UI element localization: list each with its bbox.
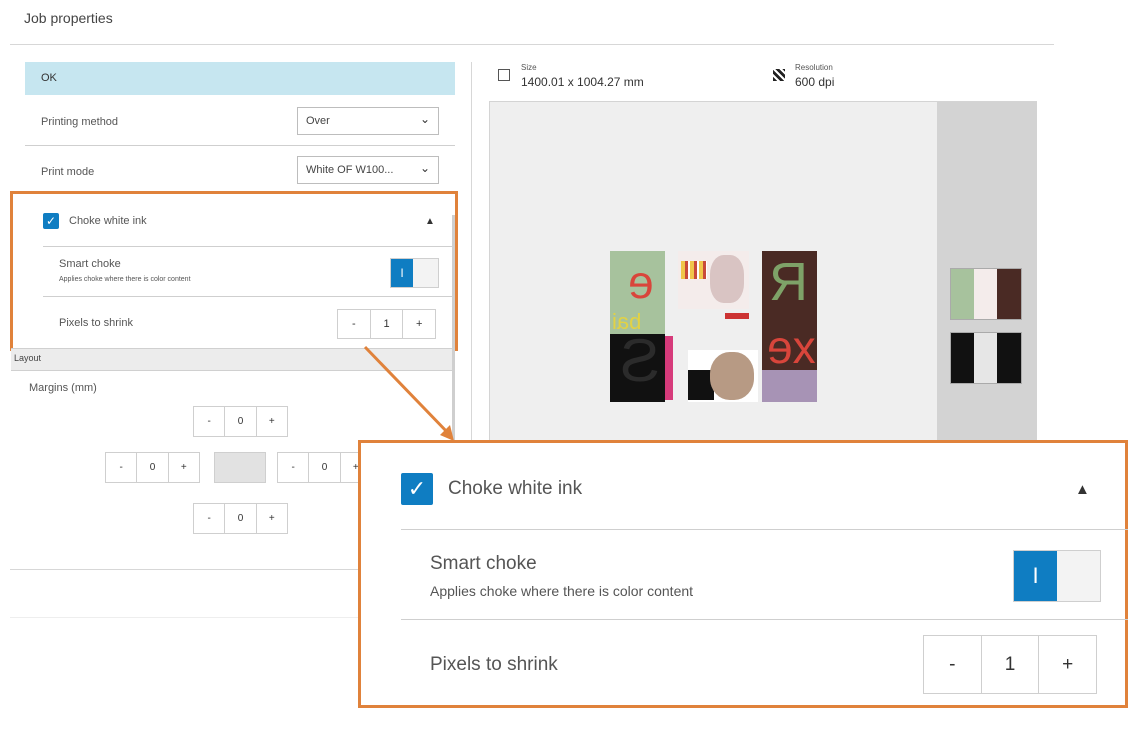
tile-letter: e — [628, 256, 654, 308]
divider — [401, 619, 1128, 620]
preview-tile: xe — [762, 334, 817, 402]
margin-top-stepper[interactable]: - 0 + — [193, 406, 288, 437]
margin-right-value[interactable]: 0 — [309, 453, 341, 482]
print-mode-value: White OF W100... — [306, 164, 394, 176]
divider — [25, 145, 455, 146]
print-mode-select[interactable]: White OF W100... ⌄ — [297, 156, 439, 184]
increment-button[interactable]: + — [169, 453, 199, 482]
margin-top-value[interactable]: 0 — [225, 407, 257, 436]
decrement-button[interactable]: - — [194, 504, 226, 533]
divider — [10, 617, 360, 618]
pixels-to-shrink-label: Pixels to shrink — [430, 654, 558, 675]
size-value: 1400.01 x 1004.27 mm — [521, 75, 644, 89]
decrement-button[interactable]: - — [106, 453, 138, 482]
printing-method-value: Over — [306, 115, 330, 127]
title-divider — [10, 44, 1054, 45]
smart-choke-toggle[interactable]: I — [1013, 550, 1101, 602]
preview-tile: S — [610, 334, 665, 402]
preview-tile — [678, 251, 749, 309]
increment-button[interactable]: + — [1039, 636, 1096, 693]
chevron-down-icon: ⌄ — [419, 161, 430, 175]
decrement-button[interactable]: - — [278, 453, 310, 482]
callout-connector — [363, 345, 454, 441]
size-icon — [498, 69, 510, 81]
preview-tile: e bai — [610, 251, 665, 334]
pixels-to-shrink-stepper[interactable]: - 1 + — [923, 635, 1097, 694]
highlight-frame — [10, 191, 458, 351]
resolution-value: 600 dpi — [795, 75, 835, 89]
tile-word: xe — [767, 334, 816, 373]
smart-choke-label: Smart choke — [430, 553, 537, 574]
smart-choke-description: Applies choke where there is color conte… — [430, 583, 694, 599]
choke-checkbox[interactable]: ✓ — [401, 473, 433, 505]
preview-tile — [688, 350, 758, 402]
choke-label: Choke white ink — [448, 478, 583, 499]
decrement-button[interactable]: - — [194, 407, 226, 436]
zoom-callout: ✓ Choke white ink ▲ Smart choke Applies … — [358, 440, 1128, 708]
preview-tile: Я — [762, 251, 817, 334]
print-mode-label: Print mode — [41, 166, 95, 178]
chevron-down-icon: ⌄ — [419, 112, 430, 126]
pixels-to-shrink-value[interactable]: 1 — [982, 636, 1040, 693]
increment-button[interactable]: + — [257, 407, 287, 436]
increment-button[interactable]: + — [257, 504, 287, 533]
margins-label: Margins (mm) — [29, 382, 97, 394]
tile-letter: Я — [769, 252, 808, 312]
divider — [401, 529, 1128, 530]
thumbnail-1[interactable] — [950, 268, 1022, 320]
status-text: OK — [41, 72, 57, 84]
check-icon: ✓ — [407, 476, 427, 501]
tile-letter: S — [620, 334, 661, 394]
margin-bottom-value[interactable]: 0 — [225, 504, 257, 533]
margin-left-stepper[interactable]: - 0 + — [105, 452, 200, 483]
margin-bottom-stepper[interactable]: - 0 + — [193, 503, 288, 534]
decrement-button[interactable]: - — [924, 636, 982, 693]
margin-preview-box — [214, 452, 266, 483]
tile-word: bai — [612, 309, 642, 334]
resolution-label: Resolution — [795, 63, 833, 72]
divider — [10, 569, 360, 570]
thumbnail-2[interactable] — [950, 332, 1022, 384]
margin-left-value[interactable]: 0 — [137, 453, 169, 482]
resolution-icon — [773, 69, 785, 81]
collapse-icon[interactable]: ▲ — [1075, 481, 1090, 498]
printing-method-select[interactable]: Over ⌄ — [297, 107, 439, 135]
toggle-knob: I — [1014, 551, 1057, 601]
page-title: Job properties — [24, 10, 113, 26]
status-bar: OK — [25, 62, 455, 95]
preview-layout: e bai Я S xe — [610, 251, 817, 402]
layout-label: Layout — [14, 353, 42, 363]
printing-method-label: Printing method — [41, 116, 119, 128]
size-label: Size — [521, 63, 537, 72]
preview-tile — [665, 336, 673, 400]
